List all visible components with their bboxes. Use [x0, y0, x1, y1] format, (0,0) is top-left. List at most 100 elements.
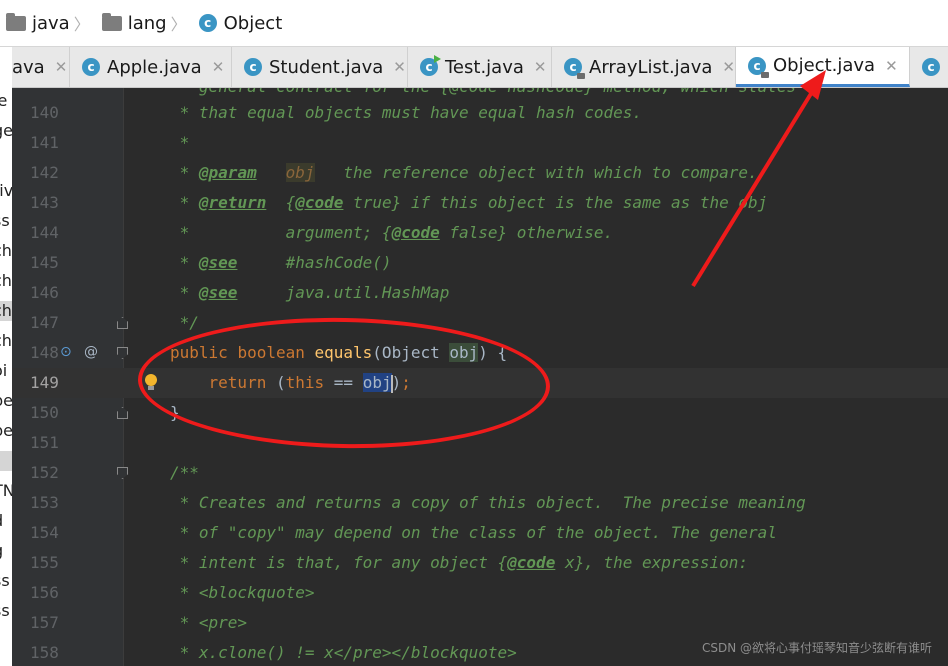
chevron-right-icon: 〉 — [73, 15, 90, 34]
tab-student-java[interactable]: c Student.java ✕ — [232, 47, 408, 87]
code-line[interactable]: 157 * <pre> — [12, 608, 948, 638]
code-token: x}, the expression: — [555, 553, 748, 572]
close-icon[interactable]: ✕ — [393, 58, 406, 76]
code-line[interactable]: 151 — [12, 428, 948, 458]
code-line[interactable]: 150} — [12, 398, 948, 428]
close-icon[interactable]: ✕ — [55, 58, 68, 76]
code-token: @return — [198, 193, 267, 212]
tab-test-java[interactable]: c Test.java ✕ — [408, 47, 552, 87]
lightbulb-base — [148, 386, 154, 390]
tab-label: Student.java — [269, 56, 384, 78]
line-number: 157 — [30, 613, 59, 632]
project-tree-item[interactable]: t — [0, 451, 12, 471]
code-line[interactable]: 146 * @see java.util.HashMap — [12, 278, 948, 308]
close-icon[interactable]: ✕ — [722, 58, 735, 76]
tab-ava[interactable]: ava ✕ — [12, 47, 70, 87]
code-token: /** — [170, 463, 199, 482]
code-line[interactable]: 141 * — [12, 128, 948, 158]
project-panel-strip[interactable]: le ge tiv ss ch ch ch ch oi pe pe t TN dg ss ss — [0, 47, 12, 666]
code-token: @param — [198, 163, 257, 182]
code-token: * argument; { — [170, 223, 392, 242]
tab-label: Apple.java — [107, 56, 202, 78]
breadcrumb-item[interactable]: lang 〉 — [96, 11, 193, 35]
code-line[interactable]: 142 * @param obj the reference object wi… — [12, 158, 948, 188]
project-tree-item[interactable]: tiv — [0, 181, 12, 201]
line-number: 143 — [30, 193, 59, 212]
code-token: obj — [449, 343, 479, 362]
line-number: 151 — [30, 433, 59, 452]
folder-icon — [101, 12, 122, 31]
project-tree-item[interactable]: ch — [0, 331, 12, 351]
project-tree-item[interactable]: TN — [0, 481, 12, 501]
code-token: ( — [275, 373, 286, 392]
code-token: true} if this object is the same as the … — [343, 193, 768, 212]
tab-object-java[interactable]: c Object.java ✕ — [736, 47, 910, 87]
code-token: @see — [198, 283, 238, 302]
close-icon[interactable]: ✕ — [212, 58, 225, 76]
line-number: 145 — [30, 253, 59, 272]
code-line[interactable]: 153 * Creates and returns a copy of this… — [12, 488, 948, 518]
code-text: * x.clone() != x</pre></blockquote> — [170, 638, 517, 666]
code-token: return — [170, 373, 276, 392]
project-tree-item[interactable]: ss — [0, 211, 12, 231]
project-tree-item[interactable]: ss — [0, 571, 12, 591]
line-number: 156 — [30, 583, 59, 602]
code-line[interactable]: 152 /** — [12, 458, 948, 488]
project-tree-item[interactable]: le — [0, 91, 12, 111]
code-line[interactable]: 145 * @see #hashCode() — [12, 248, 948, 278]
code-text: return (this == obj); — [170, 368, 411, 398]
tab-label: Object.java — [773, 55, 876, 76]
project-tree-item[interactable]: g — [0, 541, 12, 561]
close-icon[interactable]: ✕ — [534, 58, 547, 76]
code-line[interactable]: 144 * argument; {@code false} otherwise. — [12, 218, 948, 248]
tab-apple-java[interactable]: c Apple.java ✕ — [70, 47, 232, 87]
code-token: * — [170, 283, 199, 302]
close-icon[interactable]: ✕ — [885, 57, 898, 75]
code-token: * that equal objects must have equal has… — [170, 103, 643, 122]
line-number: 149 — [30, 373, 59, 392]
code-line[interactable]: 156 * <blockquote> — [12, 578, 948, 608]
line-number: 144 — [30, 223, 59, 242]
project-tree-item[interactable]: oi — [0, 361, 12, 381]
breadcrumb-item[interactable]: c Object — [193, 13, 282, 34]
code-token: @see — [198, 253, 238, 272]
class-icon: c — [198, 14, 217, 32]
lightbulb-icon[interactable] — [144, 374, 158, 390]
tab-arraylist-java[interactable]: c ArrayList.java ✕ — [552, 47, 736, 87]
project-tree-item[interactable]: pe — [0, 421, 12, 441]
code-token: @code — [391, 223, 440, 242]
breadcrumb-item[interactable]: java 〉 — [0, 11, 96, 35]
line-number: 146 — [30, 283, 59, 302]
code-text: * @see #hashCode() — [170, 248, 392, 278]
code-token: obj — [362, 373, 392, 392]
code-line[interactable]: 140 * that equal objects must have equal… — [12, 98, 948, 128]
project-tree-item[interactable]: ch — [0, 301, 12, 321]
project-tree-item[interactable]: ch — [0, 271, 12, 291]
project-tree-item[interactable]: d — [0, 511, 12, 531]
project-tree-item[interactable] — [0, 151, 12, 171]
code-token: obj — [285, 163, 315, 182]
code-token: ) { — [478, 343, 508, 362]
line-number: 141 — [30, 133, 59, 152]
code-text: * — [170, 128, 190, 158]
override-method-icon[interactable]: ⊙ — [60, 344, 72, 360]
code-editor[interactable]: * general contract for the {@code hashCo… — [12, 88, 948, 666]
code-line[interactable]: 154 * of "copy" may depend on the class … — [12, 518, 948, 548]
annotation-at-icon: @ — [84, 344, 98, 360]
code-line[interactable]: 143 * @return {@code true} if this objec… — [12, 188, 948, 218]
project-tree-item[interactable]: ss — [0, 601, 12, 621]
code-text: * @param obj the reference object with w… — [170, 158, 758, 188]
project-tree-item[interactable]: ch — [0, 241, 12, 261]
code-token: * Creates and returns a copy of this obj… — [170, 493, 806, 512]
project-tree-item[interactable]: ge — [0, 121, 12, 141]
code-text: * intent is that, for any object {@code … — [170, 548, 748, 578]
code-line[interactable]: 155 * intent is that, for any object {@c… — [12, 548, 948, 578]
code-line[interactable]: 148 public boolean equals(Object obj) { — [12, 338, 948, 368]
project-tree-item[interactable]: pe — [0, 391, 12, 411]
code-line[interactable]: 147 */ — [12, 308, 948, 338]
tab-i[interactable]: cI — [910, 47, 948, 87]
code-token: { — [266, 193, 296, 212]
chevron-right-icon: 〉 — [170, 15, 187, 34]
line-number: 153 — [30, 493, 59, 512]
code-token: the reference object with which to compa… — [314, 163, 758, 182]
